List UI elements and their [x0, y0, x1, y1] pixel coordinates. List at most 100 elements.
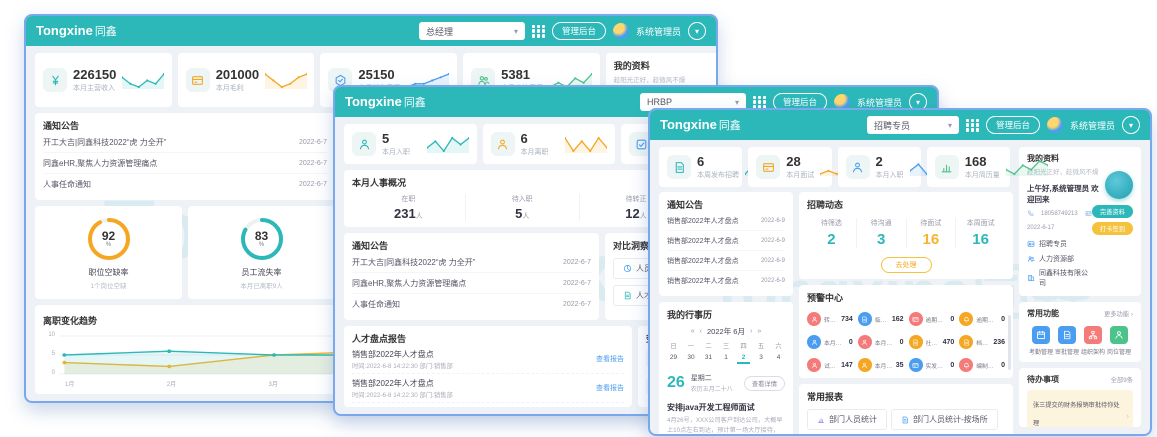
profile-action-button[interactable]: 完善资料 [1092, 205, 1133, 218]
prev-month-button[interactable]: ‹ [700, 328, 702, 335]
report-chip[interactable]: 部门人员统计-按场所 [891, 409, 998, 430]
calendar-date[interactable]: 4 [772, 354, 785, 364]
profile-action-button[interactable]: 打卡签到 [1092, 222, 1133, 235]
calendar-date[interactable]: 30 [685, 354, 698, 364]
y-tick: 5 [43, 351, 55, 357]
todo-more-link[interactable]: 全部9条 [1111, 375, 1133, 384]
y-tick: 0 [43, 370, 55, 376]
admin-console-button[interactable]: 管理后台 [986, 116, 1040, 134]
weekday-label: 二 [702, 341, 715, 350]
calendar-event-desc: 4月26号，XXX公司客户到达公司，大概早上10点左右到达，预计第一场大厅接待，… [667, 416, 785, 436]
quick-app[interactable]: 考勤管理 [1029, 326, 1053, 356]
stat-card[interactable]: 28本月面试 [748, 147, 831, 187]
quick-app[interactable]: 组织架构 [1081, 326, 1105, 356]
view-report-link[interactable]: 查看报告 [596, 383, 624, 393]
calendar-day-number: 26 [667, 375, 685, 391]
notice-item[interactable]: 开工大吉|同鑫科技2022“虎 力全开”2022-6-7 [352, 252, 591, 273]
overview-column: 在职 231人 [352, 194, 466, 221]
warning-item[interactable]: 编制超编减员 0 [959, 358, 1005, 372]
calendar-date[interactable]: 1 [720, 354, 733, 364]
weekday-label: 三 [720, 341, 733, 350]
notice-item[interactable]: 销售部2022年人才盘点2022-6-9 [667, 251, 785, 271]
more-functions-link[interactable]: 更多功能 › [1104, 309, 1133, 318]
recruit-card: 招聘动态 待筛选 2 待沟通 3 待面试 16 本周面试 16 [799, 192, 1013, 279]
calendar-date[interactable]: 3 [755, 354, 768, 364]
warning-icon [909, 358, 923, 372]
warning-item[interactable]: 档案未办理人员 236 [959, 335, 1005, 349]
user-name: 系统管理员 [1070, 119, 1115, 132]
profile-date: 2022-6-17 [1027, 225, 1054, 231]
notice-item[interactable]: 同鑫eHR,聚焦人力资源管理痛点2022-6-7 [43, 153, 327, 174]
app-logo: Tongxine同鑫 [345, 94, 426, 110]
role-select[interactable]: 招聘专员▾ [867, 116, 959, 134]
notice-item[interactable]: 同鑫eHR,聚焦人力资源管理痛点2022-6-7 [352, 273, 591, 294]
prev-year-button[interactable]: « [691, 328, 695, 335]
profile-tag: 同鑫科技有限公司 [1027, 268, 1089, 288]
scrollbar[interactable] [1008, 315, 1011, 370]
quick-app[interactable]: 岗位管理 [1107, 326, 1131, 356]
overview-column: 待入职 5人 [466, 194, 580, 221]
apps-grid-icon[interactable] [753, 96, 766, 109]
calendar-date[interactable]: 31 [702, 354, 715, 364]
talent-report-item: 销售部2022年人才盘点时间:2022-6-8 14:22:30 部门:销售部 … [352, 345, 624, 374]
stat-card[interactable]: 5本月入职 [344, 124, 477, 164]
notice-item[interactable]: 开工大吉|同鑫科技2022“虎 力全开”2022-6-7 [43, 132, 327, 153]
report-chip[interactable]: 部门人员统计 [807, 409, 887, 430]
calendar-date[interactable]: 29 [667, 354, 680, 364]
stat-icon [667, 155, 691, 179]
chevron-down-icon: ▾ [514, 27, 518, 36]
sparkline [1006, 157, 1048, 177]
account-menu-button[interactable]: ▾ [1122, 116, 1140, 134]
calendar-event-title[interactable]: 安排java开发工程师面试 [667, 402, 785, 413]
stat-card[interactable]: 6本月离职 [483, 124, 616, 164]
report-chip[interactable]: 部门人员统计表 [807, 434, 895, 436]
role-select[interactable]: 总经理▾ [419, 22, 525, 40]
warning-item[interactable]: 转正超期未处理 734 [807, 312, 853, 326]
profile-avatar[interactable] [1105, 171, 1133, 199]
next-month-button[interactable]: › [750, 328, 752, 335]
warning-icon [959, 312, 973, 326]
notice-card: 通知公告 销售部2022年人才盘点2022-6-9 销售部2022年人才盘点20… [659, 192, 793, 296]
quick-app-icon [1084, 326, 1102, 344]
handle-button[interactable]: 去处理 [881, 257, 932, 273]
notice-item[interactable]: 人事任命通知2022-6-7 [43, 174, 327, 194]
report-chip[interactable]: 人员信息汇总 [899, 434, 979, 436]
next-year-button[interactable]: » [757, 328, 761, 335]
warning-item[interactable]: 实发工资与标准不符 0 [909, 358, 955, 372]
recruit-column[interactable]: 待沟通 3 [857, 218, 907, 248]
quick-app[interactable]: 审批管理 [1055, 326, 1079, 356]
todo-item[interactable]: 张三提交的财务报销审批待你处理紧急 2022-6-9 10:39:35 › [1027, 390, 1133, 427]
notice-item[interactable]: 销售部2022年人才盘点2022-6-9 [667, 231, 785, 251]
warning-item[interactable]: 试用期将转正 147 [807, 358, 853, 372]
recruit-column[interactable]: 本周面试 16 [956, 218, 1005, 248]
warning-item[interactable]: 临近到期合同数 162 [858, 312, 904, 326]
recruit-column[interactable]: 待筛选 2 [807, 218, 857, 248]
warning-item[interactable]: 本月待转正人员 35 [858, 358, 904, 372]
window-recruiter: Tongxine同鑫 Tongxine同鑫 招聘专员▾ 管理后台 系统管理员 ▾… [648, 108, 1152, 436]
notice-card: 通知公告 开工大吉|同鑫科技2022“虎 力全开”2022-6-7 同鑫eHR,… [35, 113, 335, 200]
apps-grid-icon[interactable] [966, 119, 979, 132]
admin-console-button[interactable]: 管理后台 [552, 22, 606, 40]
stat-card[interactable]: 168本月简历量 [927, 147, 1010, 187]
warning-item[interactable]: 本月入职人员 0 [807, 335, 853, 349]
avatar[interactable] [613, 23, 629, 39]
view-report-link[interactable]: 查看报告 [596, 354, 624, 364]
warning-item[interactable]: 社保未办理人员 470 [909, 335, 955, 349]
stat-card[interactable]: 6本周发布招聘 [659, 147, 742, 187]
account-menu-button[interactable]: ▾ [688, 22, 706, 40]
stat-card[interactable]: 201000本月毛利 [178, 53, 315, 107]
notice-item[interactable]: 人事任命通知2022-6-7 [352, 294, 591, 314]
warning-item[interactable]: 逾期上岗人员 0 [959, 312, 1005, 326]
avatar[interactable] [1047, 117, 1063, 133]
calendar-detail-button[interactable]: 查看详情 [744, 376, 785, 391]
notice-item[interactable]: 销售部2022年人才盘点2022-6-9 [667, 211, 785, 231]
stat-card[interactable]: 2本月入职 [838, 147, 921, 187]
warning-icon [909, 335, 923, 349]
calendar-date[interactable]: 2 [737, 354, 750, 364]
recruit-column[interactable]: 待面试 16 [907, 218, 957, 248]
apps-grid-icon[interactable] [532, 25, 545, 38]
stat-card[interactable]: 226150本月主营收入 [35, 53, 172, 107]
warning-item[interactable]: 本月离职人员 0 [858, 335, 904, 349]
notice-item[interactable]: 销售部2022年人才盘点2022-6-9 [667, 271, 785, 290]
warning-item[interactable]: 逾期工资卡 0 [909, 312, 955, 326]
